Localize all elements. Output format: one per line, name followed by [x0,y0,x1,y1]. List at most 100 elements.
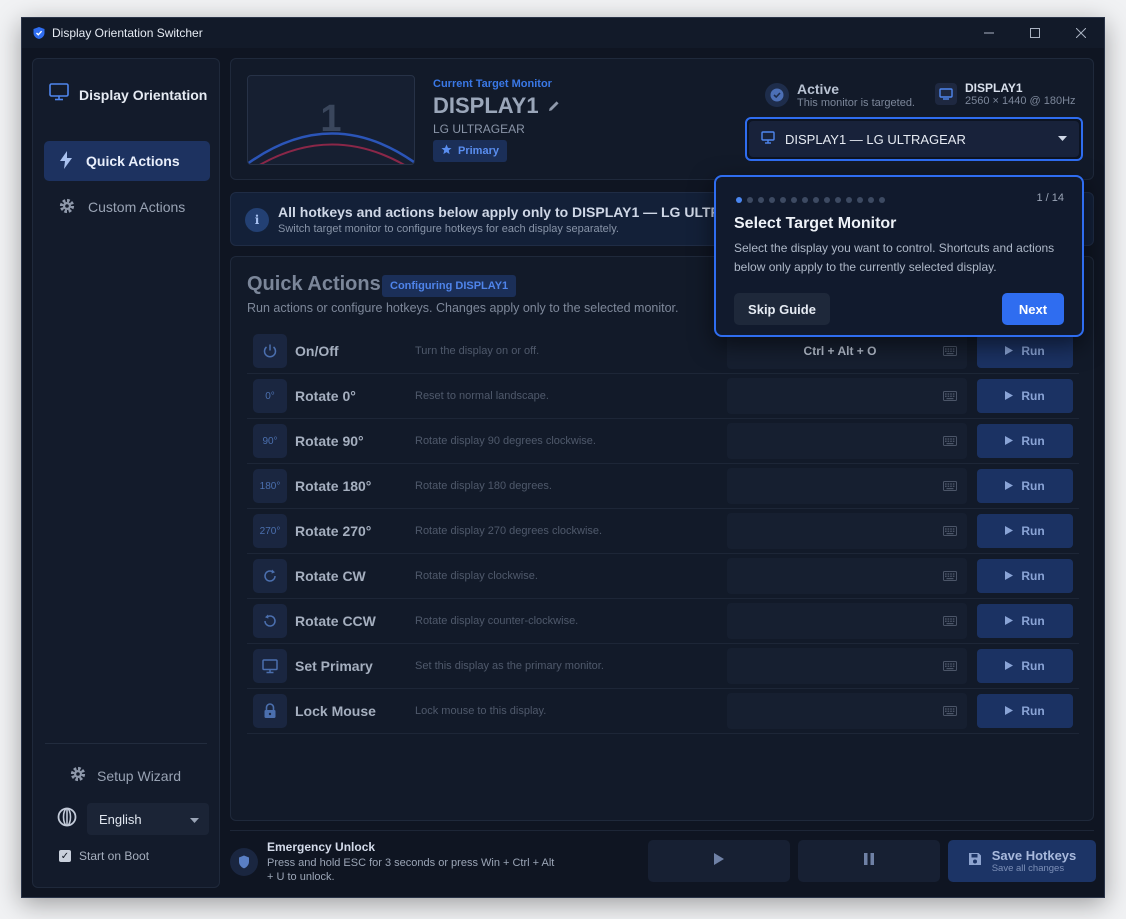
action-name: Set Primary [295,658,373,674]
monitor-model: LG ULTRAGEAR [433,122,525,136]
chevron-down-icon [1058,134,1067,144]
minimize-button[interactable] [966,18,1012,48]
action-row: 270° Rotate 270° Rotate display 270 degree… [247,509,1079,554]
gear-icon [69,765,87,786]
play-icon [714,852,724,870]
tour-progress-dot [758,197,764,203]
save-icon [968,852,982,871]
keyboard-icon [943,390,957,404]
display-icon [935,83,957,105]
power-icon [253,334,287,368]
tour-progress-dot [791,197,797,203]
target-monitor-select-field[interactable]: DISPLAY1 — LG ULTRAGEAR [749,121,1079,157]
sidebar-item-label: Quick Actions [86,153,180,169]
active-status-title: Active [797,81,840,97]
run-button[interactable]: Run [977,334,1073,368]
active-status: Active This monitor is targeted. [765,81,915,109]
tour-progress-dot [879,197,885,203]
sidebar-item-custom-actions[interactable]: Custom Actions [44,187,210,227]
pencil-icon[interactable] [547,93,561,119]
action-name: Rotate 0° [295,388,356,404]
hotkey-input[interactable] [727,423,967,459]
run-button-label: Run [1021,659,1045,673]
run-button[interactable]: Run [977,514,1073,548]
save-hotkeys-button[interactable]: Save Hotkeys Save all changes [948,840,1096,882]
hotkey-input[interactable] [727,378,967,414]
monitor-icon [253,649,287,683]
keyboard-icon [943,660,957,674]
hotkey-value: Ctrl + Alt + O [803,344,877,358]
hotkey-input[interactable] [727,558,967,594]
app-icon [32,26,46,40]
play-icon [1005,389,1014,403]
action-row: Rotate CCW Rotate display counter-clockwi… [247,599,1079,644]
language-row: English [57,803,209,835]
language-value: English [99,811,142,827]
action-description: Rotate display 270 degrees clockwise. [415,525,603,537]
tour-progress-dot [868,197,874,203]
run-button[interactable]: Run [977,694,1073,728]
sidebar: Display Orientation Quick Actions Custom… [32,58,220,888]
play-icon [1005,704,1014,718]
check-circle-icon [765,83,789,107]
hotkey-input[interactable]: Ctrl + Alt + O [727,333,967,369]
next-button[interactable]: Next [1002,293,1064,325]
run-button[interactable]: Run [977,604,1073,638]
display-info-title: DISPLAY1 [965,81,1023,95]
keyboard-icon [943,615,957,629]
run-button-label: Run [1021,344,1045,358]
rotate-180-icon: 180° [253,469,287,503]
tour-progress-dot [769,197,775,203]
run-button-label: Run [1021,434,1045,448]
sidebar-header: Display Orientation [49,83,207,106]
emergency-unlock: Emergency Unlock Press and hold ESC for … [230,836,610,892]
quick-actions-panel: Quick Actions Configuring DISPLAY1 Run a… [230,256,1094,821]
play-button[interactable] [648,840,790,882]
close-button[interactable] [1058,18,1104,48]
info-banner-title: All hotkeys and actions below apply only… [278,204,772,220]
hotkey-input[interactable] [727,468,967,504]
play-icon [1005,524,1014,538]
primary-badge-label: Primary [458,145,499,157]
run-button[interactable]: Run [977,379,1073,413]
action-row: 90° Rotate 90° Rotate display 90 degrees c… [247,419,1079,464]
action-name: Rotate CCW [295,613,376,629]
tour-progress-dot [813,197,819,203]
sidebar-item-quick-actions[interactable]: Quick Actions [44,141,210,181]
action-description: Turn the display on or off. [415,345,540,357]
setup-wizard-button[interactable]: Setup Wizard [69,765,181,786]
start-on-boot-checkbox[interactable]: ✓ [59,850,71,862]
run-button[interactable]: Run [977,559,1073,593]
rotate-cw-icon [253,559,287,593]
maximize-button[interactable] [1012,18,1058,48]
action-description: Rotate display clockwise. [415,570,538,582]
tour-progress-dots [736,197,885,203]
keyboard-icon [943,525,957,539]
run-button[interactable]: Run [977,424,1073,458]
run-button[interactable]: Run [977,469,1073,503]
tour-progress-dot [846,197,852,203]
pause-button[interactable] [798,840,940,882]
hotkey-input[interactable] [727,603,967,639]
target-monitor-card: 1 Current Target Monitor DISPLAY1 LG ULT… [230,58,1094,180]
rotate-0-icon: 0° [253,379,287,413]
target-monitor-select[interactable]: DISPLAY1 — LG ULTRAGEAR [745,117,1083,161]
skip-guide-button[interactable]: Skip Guide [734,293,830,325]
hotkey-input[interactable] [727,513,967,549]
play-icon [1005,344,1014,358]
action-row: Lock Mouse Lock mouse to this display. Run [247,689,1079,734]
hotkey-input[interactable] [727,693,967,729]
run-button-label: Run [1021,704,1045,718]
action-description: Rotate display counter-clockwise. [415,615,579,627]
hotkey-input[interactable] [727,648,967,684]
action-row: Rotate CW Rotate display clockwise. Run [247,554,1079,599]
guide-tour-popover: 1 / 14 Select Target Monitor Select the … [714,175,1084,337]
language-select[interactable]: English [87,803,209,835]
action-description: Reset to normal landscape. [415,390,549,402]
setup-wizard-label: Setup Wizard [97,767,182,784]
save-hotkeys-label: Save Hotkeys [991,848,1077,863]
rotate-ccw-icon [253,604,287,638]
run-button[interactable]: Run [977,649,1073,683]
lightning-icon [58,150,74,172]
emergency-unlock-title: Emergency Unlock [267,840,376,854]
